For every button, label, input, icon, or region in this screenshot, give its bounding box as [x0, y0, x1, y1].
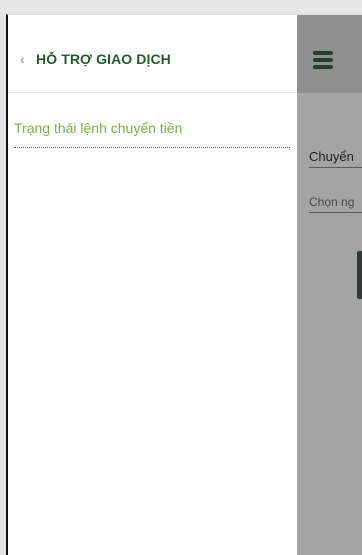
app-panel-dimmed[interactable]: Chuyển Chọn ng	[297, 15, 362, 555]
choose-field[interactable]: Chọn ng	[309, 195, 362, 213]
drawer-header: ‹ HỖ TRỢ GIAO DỊCH	[8, 15, 297, 93]
chevron-left-icon[interactable]: ‹	[20, 51, 25, 67]
mobile-frame: Chuyển Chọn ng ‹ HỖ TRỢ GIAO DỊCH Trạng …	[6, 14, 362, 555]
hamburger-icon[interactable]	[313, 51, 333, 69]
transfer-type-value: Chuyển	[309, 149, 354, 164]
side-drawer: ‹ HỖ TRỢ GIAO DỊCH Trạng thái lệnh chuyể…	[8, 15, 297, 555]
app-action-button[interactable]	[357, 251, 362, 299]
choose-field-placeholder: Chọn ng	[309, 195, 355, 209]
menu-item-transfer-status[interactable]: Trạng thái lệnh chuyển tiền	[14, 119, 290, 148]
menu-item-label: Trạng thái lệnh chuyển tiền	[14, 120, 183, 136]
transfer-type-field[interactable]: Chuyển	[309, 149, 362, 168]
drawer-title[interactable]: HỖ TRỢ GIAO DỊCH	[36, 51, 171, 67]
app-header	[297, 15, 362, 93]
